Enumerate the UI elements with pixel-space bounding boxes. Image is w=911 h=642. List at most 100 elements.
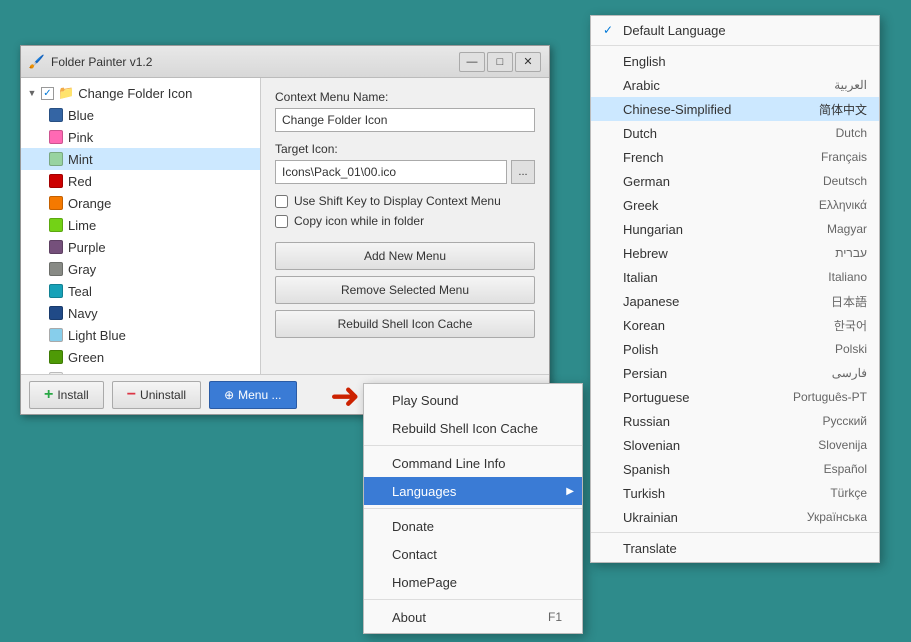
lang-item-english[interactable]: English: [591, 49, 879, 73]
lang-item-dutch[interactable]: Dutch Dutch: [591, 121, 879, 145]
window-controls: — □ ✕: [459, 52, 541, 72]
french-native: Français: [821, 150, 867, 164]
context-menu-input[interactable]: [275, 108, 535, 132]
menu-item-homepage[interactable]: HomePage: [364, 568, 582, 596]
language-submenu: ✓ Default Language English Arabic العربي…: [590, 15, 880, 563]
lang-item-portuguese[interactable]: Portuguese Português-PT: [591, 385, 879, 409]
uninstall-button[interactable]: − Uninstall: [112, 381, 201, 409]
copy-icon-row: Copy icon while in folder: [275, 214, 535, 228]
chinese-label: Chinese-Simplified: [623, 102, 731, 117]
tree-root-header[interactable]: ▼ ✓ 📁 Change Folder Icon: [21, 82, 260, 104]
german-label: German: [623, 174, 670, 189]
default-check-icon: ✓: [603, 23, 617, 37]
target-icon-input[interactable]: [275, 160, 507, 184]
menu-item-contact[interactable]: Contact: [364, 540, 582, 568]
tree-item-red[interactable]: Red: [21, 170, 260, 192]
lang-item-persian[interactable]: Persian فارسی: [591, 361, 879, 385]
dutch-label: Dutch: [623, 126, 657, 141]
tree-label-red: Red: [68, 174, 92, 189]
play-sound-label: Play Sound: [392, 393, 459, 408]
lang-item-korean[interactable]: Korean 한국어: [591, 313, 879, 337]
arabic-label: Arabic: [623, 78, 660, 93]
menu-item-languages[interactable]: Languages ▶: [364, 477, 582, 505]
close-button[interactable]: ✕: [515, 52, 541, 72]
menu-item-cmd-line[interactable]: Command Line Info: [364, 449, 582, 477]
lang-item-slovenian[interactable]: Slovenian Slovenija: [591, 433, 879, 457]
menu-label: Menu ...: [238, 388, 281, 402]
install-button[interactable]: + Install: [29, 381, 104, 409]
tree-label-green: Green: [68, 350, 104, 365]
spanish-label: Spanish: [623, 462, 670, 477]
lang-item-hebrew[interactable]: Hebrew עברית: [591, 241, 879, 265]
lang-item-hungarian[interactable]: Hungarian Magyar: [591, 217, 879, 241]
tree-expand-icon: ▼: [25, 86, 39, 100]
tree-item-navy[interactable]: Navy: [21, 302, 260, 324]
homepage-label: HomePage: [392, 575, 457, 590]
turkish-native: Türkçe: [830, 486, 867, 500]
color-swatch-gray: [49, 262, 63, 276]
lang-item-turkish[interactable]: Turkish Türkçe: [591, 481, 879, 505]
plus-icon: +: [44, 386, 53, 404]
lang-default-header[interactable]: ✓ Default Language: [591, 18, 879, 42]
tree-item-blue[interactable]: Blue: [21, 104, 260, 126]
slovenian-label: Slovenian: [623, 438, 680, 453]
folder-icon: 📁: [58, 85, 74, 101]
lang-item-russian[interactable]: Russian Русский: [591, 409, 879, 433]
tree-panel[interactable]: ▼ ✓ 📁 Change Folder Icon Blue Pink Mint …: [21, 78, 261, 374]
lang-separator-2: [591, 532, 879, 533]
rebuild-shell-icon-cache-button[interactable]: Rebuild Shell Icon Cache: [275, 310, 535, 338]
tree-item-mint[interactable]: Mint: [21, 148, 260, 170]
lang-item-italian[interactable]: Italian Italiano: [591, 265, 879, 289]
color-swatch-lightblue: [49, 328, 63, 342]
lang-item-french[interactable]: French Français: [591, 145, 879, 169]
tree-item-purple[interactable]: Purple: [21, 236, 260, 258]
shift-key-row: Use Shift Key to Display Context Menu: [275, 194, 535, 208]
lang-default-name: ✓ Default Language: [603, 23, 726, 38]
copy-icon-checkbox[interactable]: [275, 215, 288, 228]
uninstall-label: Uninstall: [140, 388, 186, 402]
minus-icon: −: [127, 386, 136, 404]
maximize-button[interactable]: □: [487, 52, 513, 72]
browse-button[interactable]: ...: [511, 160, 535, 184]
lang-item-greek[interactable]: Greek Ελληνικά: [591, 193, 879, 217]
lifesaver-icon: ⊕: [224, 388, 234, 402]
tree-item-gray[interactable]: Gray: [21, 258, 260, 280]
lang-item-spanish[interactable]: Spanish Español: [591, 457, 879, 481]
tree-item-pink[interactable]: Pink: [21, 126, 260, 148]
menu-item-about[interactable]: About F1: [364, 603, 582, 631]
tree-item-teal[interactable]: Teal: [21, 280, 260, 302]
lang-item-polish[interactable]: Polish Polski: [591, 337, 879, 361]
korean-native: 한국어: [834, 317, 867, 334]
hungarian-native: Magyar: [827, 222, 867, 236]
languages-label: Languages: [392, 484, 456, 499]
minimize-button[interactable]: —: [459, 52, 485, 72]
slovenian-native: Slovenija: [818, 438, 867, 452]
tree-label-blue: Blue: [68, 108, 94, 123]
menu-item-donate[interactable]: Donate: [364, 512, 582, 540]
tree-item-lime[interactable]: Lime: [21, 214, 260, 236]
menu-separator-1: [364, 445, 582, 446]
tree-item-orange[interactable]: Orange: [21, 192, 260, 214]
lang-item-chinese-simplified[interactable]: Chinese-Simplified 简体中文: [591, 97, 879, 121]
tree-root-label: Change Folder Icon: [78, 86, 192, 101]
add-new-menu-button[interactable]: Add New Menu: [275, 242, 535, 270]
lang-item-arabic[interactable]: Arabic العربية: [591, 73, 879, 97]
tree-item-lightblue[interactable]: Light Blue: [21, 324, 260, 346]
menu-item-play-sound[interactable]: Play Sound: [364, 386, 582, 414]
tree-label-purple: Purple: [68, 240, 106, 255]
remove-selected-menu-button[interactable]: Remove Selected Menu: [275, 276, 535, 304]
tree-item-green[interactable]: Green: [21, 346, 260, 368]
menu-item-rebuild-cache[interactable]: Rebuild Shell Icon Cache: [364, 414, 582, 442]
action-buttons: Add New Menu Remove Selected Menu Rebuil…: [275, 242, 535, 338]
color-swatch-lime: [49, 218, 63, 232]
lang-item-german[interactable]: German Deutsch: [591, 169, 879, 193]
lang-item-japanese[interactable]: Japanese 日本語: [591, 289, 879, 313]
italian-label: Italian: [623, 270, 658, 285]
lang-item-ukrainian[interactable]: Ukrainian Українська: [591, 505, 879, 529]
lang-item-translate[interactable]: Translate: [591, 536, 879, 560]
shift-key-checkbox[interactable]: [275, 195, 288, 208]
tree-root-checkbox[interactable]: ✓: [41, 87, 54, 100]
menu-button[interactable]: ⊕ Menu ...: [209, 381, 296, 409]
tree-label-navy: Navy: [68, 306, 98, 321]
window-content: ▼ ✓ 📁 Change Folder Icon Blue Pink Mint …: [21, 78, 549, 374]
